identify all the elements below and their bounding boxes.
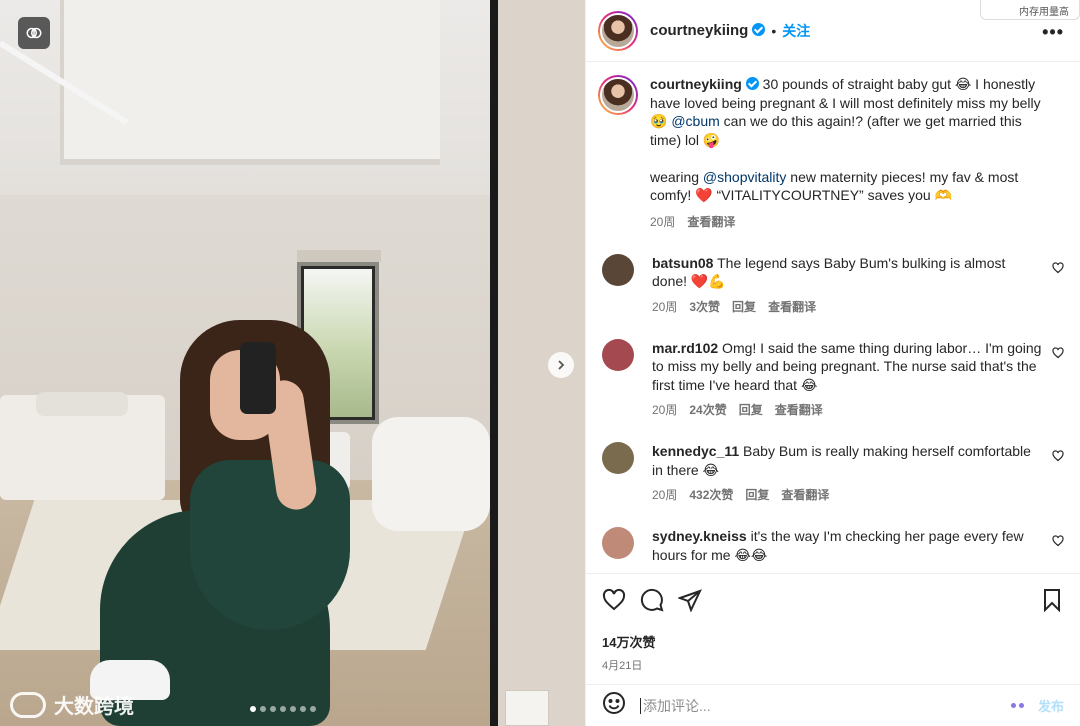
- photo-outlet: [505, 690, 549, 726]
- post-caption: courtneykiing 30 pounds of straight baby…: [598, 75, 1064, 230]
- comment-translate-link[interactable]: 查看翻译: [781, 486, 829, 503]
- carousel-dots: [250, 706, 316, 712]
- comments-scroll-area[interactable]: courtneykiing 30 pounds of straight baby…: [586, 63, 1080, 573]
- share-icon[interactable]: [678, 588, 702, 612]
- comment-username[interactable]: batsun08: [652, 255, 713, 271]
- post-actions: 14万次赞 4月21日: [586, 573, 1080, 685]
- comment-item: kennedyc_11 Baby Bum is really making he…: [598, 442, 1064, 503]
- comment-meta: 20周 3次赞 回复 查看翻译: [652, 298, 1044, 315]
- comment-username[interactable]: kennedyc_11: [652, 443, 739, 459]
- bookmark-icon[interactable]: [1040, 588, 1064, 612]
- photo-person: [70, 320, 350, 726]
- carousel-dot[interactable]: [250, 706, 256, 712]
- chevron-right-icon: [558, 360, 565, 370]
- caption-username[interactable]: courtneykiing: [650, 76, 742, 92]
- carousel-dot[interactable]: [260, 706, 266, 712]
- mention-link[interactable]: @shopvitality: [703, 169, 786, 185]
- comment-text: batsun08 The legend says Baby Bum's bulk…: [652, 254, 1006, 290]
- comment-translate-link[interactable]: 查看翻译: [768, 298, 816, 315]
- carousel-dot[interactable]: [270, 706, 276, 712]
- comment-likes[interactable]: 3次赞: [689, 298, 720, 315]
- comment-input[interactable]: [640, 697, 980, 714]
- post-header: courtneykiing • 关注 ••• 内存用量高: [586, 0, 1080, 62]
- header-username[interactable]: courtneykiing: [650, 22, 766, 39]
- verified-badge-icon: [752, 23, 766, 36]
- header-avatar[interactable]: [598, 10, 638, 51]
- comment-avatar[interactable]: [602, 527, 634, 559]
- memory-usage-chip[interactable]: 内存用量高: [980, 0, 1080, 20]
- comment-time: 20周: [652, 488, 678, 502]
- brain-icon[interactable]: [18, 17, 50, 49]
- caption-translate-link[interactable]: 查看翻译: [687, 213, 735, 230]
- comment-reply-button[interactable]: 回复: [739, 401, 763, 418]
- comment-icon[interactable]: [640, 588, 664, 612]
- post-detail-panel: courtneykiing • 关注 ••• 内存用量高 courtneykii…: [585, 0, 1080, 726]
- comment-like-heart-icon[interactable]: [1052, 535, 1064, 547]
- watermark-text: 大数跨境: [54, 696, 134, 718]
- comment-item: mar.rd102 Omg! I said the same thing dur…: [598, 338, 1064, 419]
- comment-reply-button[interactable]: 回复: [745, 486, 769, 503]
- caption-text: courtneykiing 30 pounds of straight baby…: [650, 76, 1041, 203]
- comment-username[interactable]: sydney.kneiss: [652, 528, 747, 544]
- caption-avatar[interactable]: [598, 75, 638, 115]
- comment-item: sydney.kneiss it's the way I'm checking …: [598, 527, 1064, 564]
- verified-badge-icon: [745, 77, 759, 90]
- typing-indicator-icon: [1010, 703, 1024, 708]
- comment-time: 20周: [652, 403, 678, 417]
- comment-translate-link[interactable]: 查看翻译: [775, 401, 823, 418]
- comment-text: mar.rd102 Omg! I said the same thing dur…: [652, 339, 1042, 393]
- header-separator: •: [771, 22, 777, 39]
- mention-link[interactable]: @cbum: [671, 113, 719, 129]
- comment-meta: 20周 24次赞 回复 查看翻译: [652, 401, 1044, 418]
- post-date: 4月21日: [602, 660, 643, 672]
- photo-mirror-edge: [490, 0, 498, 726]
- carousel-dot[interactable]: [310, 706, 316, 712]
- photo-ceiling-tray: [60, 0, 440, 165]
- comment-like-heart-icon[interactable]: [1052, 450, 1064, 462]
- more-options-button[interactable]: •••: [1042, 22, 1064, 43]
- photo-window-shade: [297, 250, 381, 262]
- comment-username[interactable]: mar.rd102: [652, 340, 718, 356]
- comment-time: 20周: [652, 299, 678, 314]
- comment-text: sydney.kneiss it's the way I'm checking …: [652, 528, 1024, 563]
- comment-meta: 20周 432次赞 回复 查看翻译: [652, 486, 1044, 503]
- post-media[interactable]: 大数跨境: [0, 0, 585, 726]
- watermark-logo-icon: [10, 691, 46, 718]
- heart-icon[interactable]: [602, 588, 626, 612]
- likes-count[interactable]: 14万次赞: [602, 632, 1064, 651]
- carousel-dot[interactable]: [290, 706, 296, 712]
- comment-avatar[interactable]: [602, 442, 634, 474]
- carousel-dot[interactable]: [300, 706, 306, 712]
- comment-like-heart-icon[interactable]: [1052, 261, 1064, 274]
- add-comment-bar: 发布: [586, 684, 1080, 726]
- comment-avatar[interactable]: [602, 338, 634, 371]
- comment-reply-button[interactable]: 回复: [732, 298, 756, 315]
- photo-armchair: [372, 417, 490, 531]
- comment-text: kennedyc_11 Baby Bum is really making he…: [652, 443, 1031, 478]
- next-media-button[interactable]: [548, 352, 574, 378]
- watermark: 大数跨境: [10, 690, 134, 719]
- comment-likes[interactable]: 432次赞: [689, 486, 733, 503]
- comment-like-heart-icon[interactable]: [1052, 346, 1064, 359]
- comment-item: batsun08 The legend says Baby Bum's bulk…: [598, 253, 1064, 315]
- comment-avatar[interactable]: [602, 253, 634, 286]
- emoji-icon[interactable]: [602, 691, 626, 720]
- comment-likes[interactable]: 24次赞: [689, 401, 726, 418]
- caption-meta: 20周 查看翻译: [650, 213, 1045, 230]
- carousel-dot[interactable]: [280, 706, 286, 712]
- follow-button[interactable]: 关注: [782, 21, 810, 41]
- post-comment-button[interactable]: 发布: [1038, 696, 1064, 715]
- caption-time: 20周: [650, 214, 676, 229]
